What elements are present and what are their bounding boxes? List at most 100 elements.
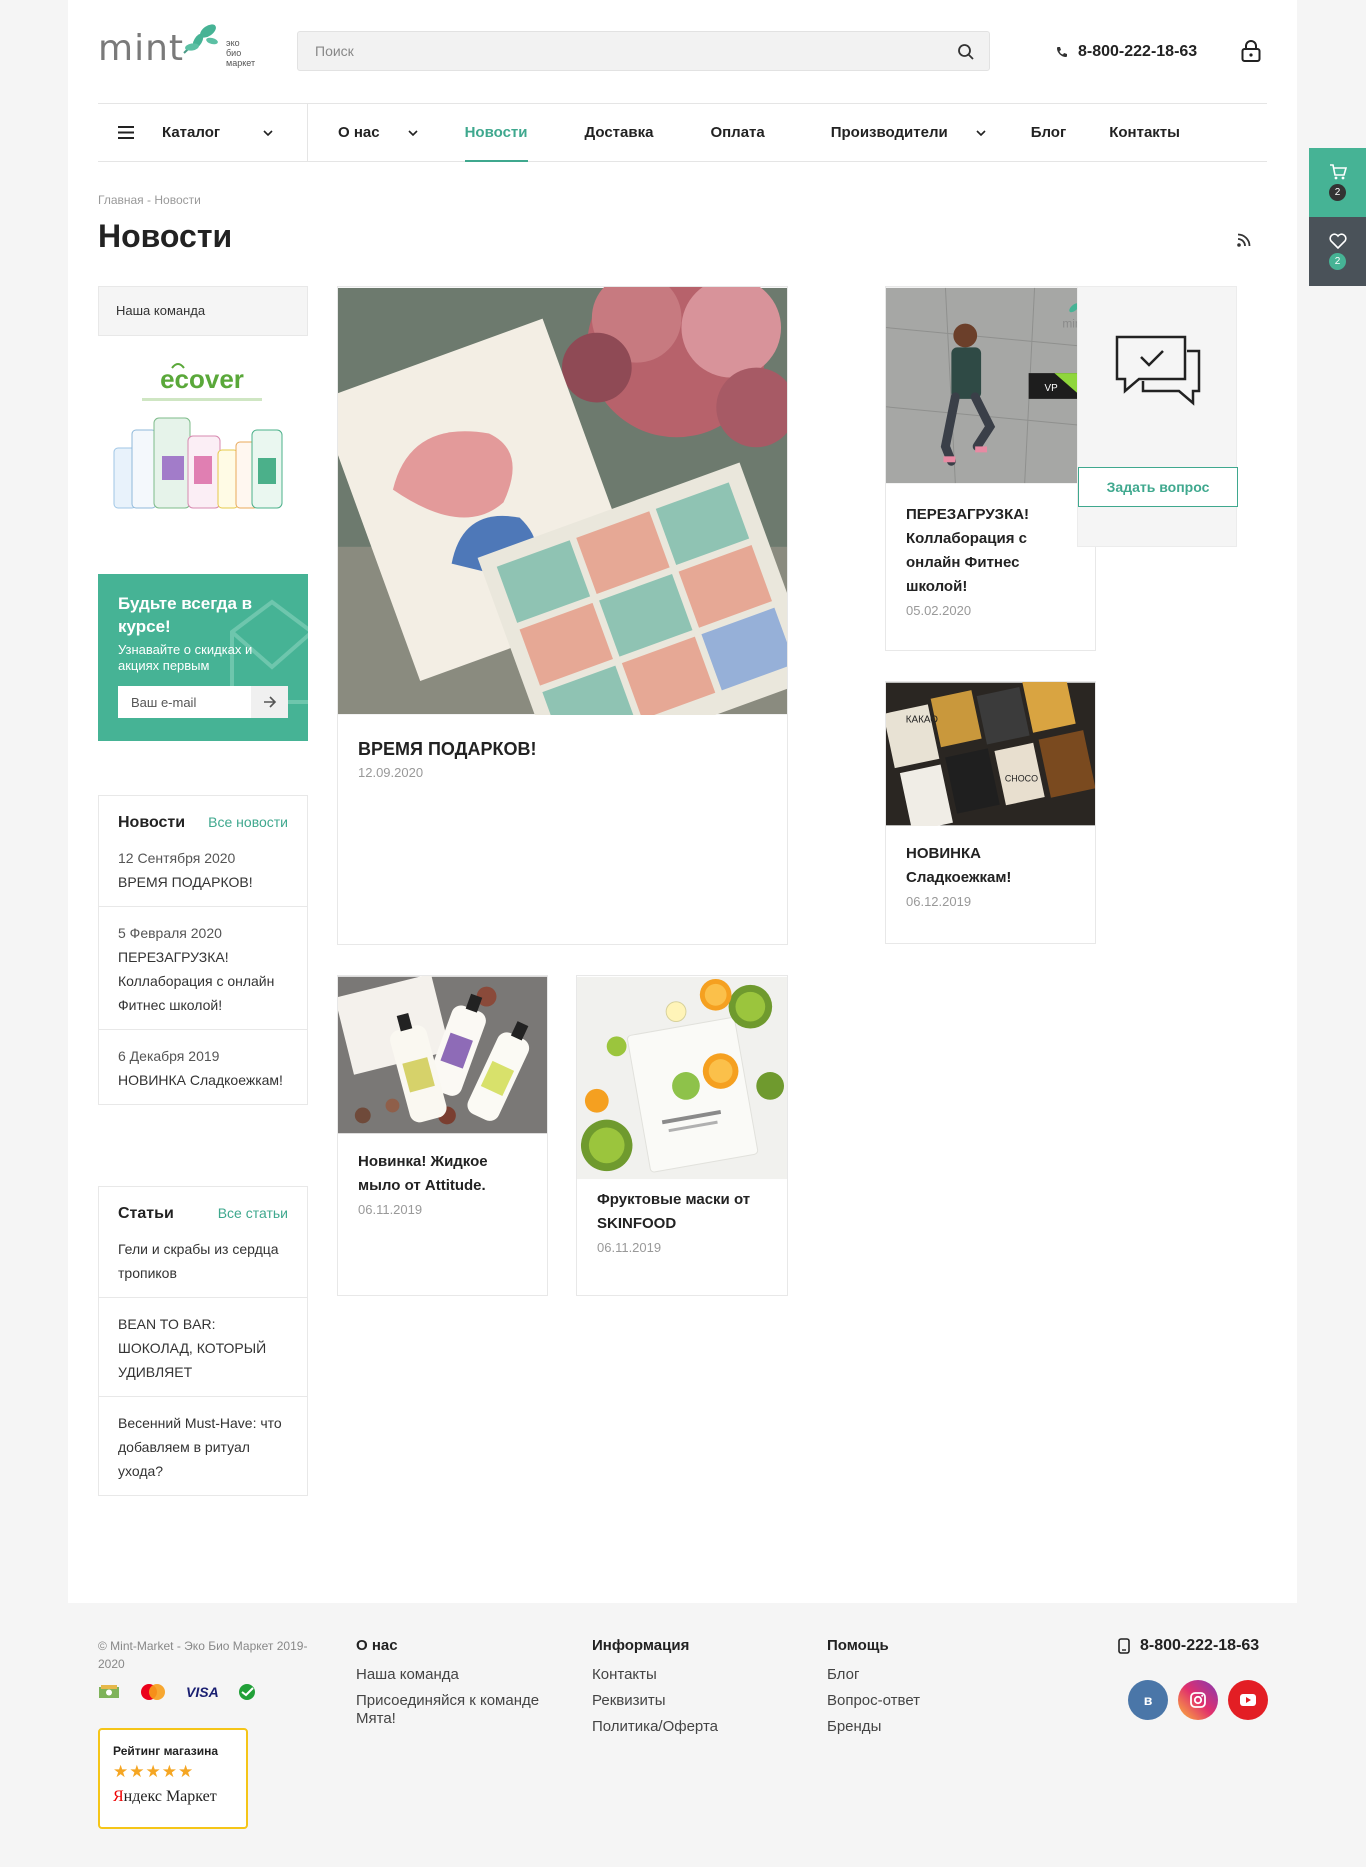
footer-link[interactable]: Наша команда [356,1666,556,1684]
svg-text:CHOCO: CHOCO [1005,774,1038,784]
news-date: 12.09.2020 [358,765,424,780]
cart-count-badge: 2 [1329,184,1346,201]
nav-manufacturers[interactable]: Производители [831,104,986,161]
nav-blog[interactable]: Блог [1031,104,1067,161]
nav-catalog-label: Каталог [162,124,221,141]
chevron-down-icon [408,129,418,136]
news-date: 06.11.2019 [597,1240,662,1255]
news-date: 05.02.2020 [906,603,972,618]
mobile-icon [1118,1638,1130,1654]
footer-link[interactable]: Бренды [827,1718,920,1736]
header-phone[interactable]: 8-800-222-18-63 [1056,43,1197,61]
news-title: НОВИНКА Сладкоежкам! [906,845,1012,886]
list-item[interactable]: Гели и скрабы из сердца тропиков [99,1231,307,1298]
all-articles-link[interactable]: Все статьи [218,1205,288,1221]
footer-col-help: Помощь Блог Вопрос-ответ Бренды [827,1637,921,1736]
breadcrumb: Главная - Новости [98,193,201,207]
instagram-icon[interactable] [1178,1680,1218,1720]
news-date: 06.12.2019 [906,894,972,909]
list-item[interactable]: BEAN TO BAR: ШОКОЛАД, КОТОРЫЙ УДИВЛЯЕТ [99,1298,307,1397]
list-item[interactable]: 6 Декабря 2019 НОВИНКА Сладкоежкам! [99,1030,307,1104]
nav-news[interactable]: Новости [464,104,528,162]
footer: © Mint-Market - Эко Био Маркет 2019- 202… [0,1603,1366,1867]
heart-icon [1328,233,1347,249]
articles-widget: Статьи Все статьи Гели и скрабы из сердц… [98,1186,308,1496]
footer-link[interactable]: Политика/Оферта [592,1718,718,1736]
news-title: ПЕРЕЗАГРУЗКА! Коллаборация с онлайн Фитн… [906,506,1030,595]
phone-icon [1057,47,1067,57]
footer-link[interactable]: Контакты [592,1666,718,1684]
subscribe-title: Будьте всегда в курсе! [118,594,253,636]
menu-icon [118,126,134,139]
payment-methods: VISA [98,1682,257,1702]
yandex-rating-badge[interactable]: Рейтинг магазина ★★★★★ Яндекс Маркет [98,1728,248,1829]
search-input[interactable] [315,43,935,59]
footer-link[interactable]: Вопрос-ответ [827,1692,920,1710]
lock-icon[interactable] [1240,39,1262,63]
subscribe-email-input[interactable]: Ваш e-mail [118,686,288,718]
nav-catalog[interactable]: Каталог [98,104,308,161]
yandex-market-logo: Яндекс Маркет [113,1788,217,1805]
leaf-icon [183,23,218,54]
phone-number: 8-800-222-18-63 [1078,43,1198,60]
star-rating: ★★★★★ [113,1762,195,1781]
news-title: ВРЕМЯ ПОДАРКОВ! [358,739,537,759]
chevron-down-icon [976,129,986,136]
arrow-right-icon [263,696,276,708]
news-card[interactable]: КАКАО CHOCO НОВИНКА Сладкоежкам! 06.12.2… [885,681,1096,944]
news-card[interactable]: Фруктовые маски от SKINFOOD 06.11.2019 [576,975,788,1296]
news-image [338,976,547,1134]
mastercard-icon [141,1684,165,1700]
news-image [338,287,787,715]
news-card[interactable]: Новинка! Жидкое мыло от Attitude. 06.11.… [337,975,548,1296]
copyright: © Mint-Market - Эко Био Маркет 2019- 202… [98,1639,308,1671]
rss-icon[interactable] [1236,232,1252,248]
cart-tab[interactable]: 2 [1309,148,1366,217]
logo[interactable]: mint эко био маркет [98,23,255,69]
subscribe-submit-button[interactable] [251,686,288,718]
visa-icon: VISA [186,1684,219,1700]
nav-about[interactable]: О нас [338,104,418,161]
list-item[interactable]: 12 Сентября 2020 ВРЕМЯ ПОДАРКОВ! [99,840,307,907]
list-item[interactable]: Весенний Must-Have: что добавляем в риту… [99,1397,307,1495]
nav-contacts-label: Контакты [1109,124,1180,141]
nav-delivery[interactable]: Доставка [585,104,654,161]
svg-text:ecover: ecover [160,364,244,394]
nav-delivery-label: Доставка [584,124,654,141]
nav-manufacturers-label: Производители [830,124,948,141]
nav-about-label: О нас [338,124,380,141]
logo-text: mint [98,28,185,69]
search-bar[interactable] [297,31,990,71]
wishlist-tab[interactable]: 2 [1309,217,1366,286]
list-item[interactable]: 5 Февраля 2020 ПЕРЕЗАГРУЗКА! Коллабораци… [99,907,307,1030]
news-date: 06.11.2019 [358,1202,423,1217]
cash-icon [99,1685,119,1698]
news-card[interactable]: VP mint ПЕРЕЗАГРУЗКА! Коллаборация с онл… [885,286,1096,651]
chevron-down-icon [263,129,273,136]
ask-question-button[interactable]: Задать вопрос [1078,467,1238,507]
nav-contacts[interactable]: Контакты [1109,104,1180,161]
footer-link[interactable]: Реквизиты [592,1692,718,1710]
ecover-banner[interactable]: ecover [102,360,302,518]
all-news-link[interactable]: Все новости [208,814,288,830]
wishlist-count-badge: 2 [1329,253,1346,270]
svg-text:VP: VP [1044,383,1058,394]
nav-news-label: Новости [464,124,528,141]
sberbank-icon [238,1684,255,1700]
youtube-icon[interactable] [1228,1680,1268,1720]
breadcrumb-home[interactable]: Главная [98,193,144,207]
footer-link[interactable]: Блог [827,1666,920,1684]
footer-phone[interactable]: 8-800-222-18-63 [1118,1637,1259,1655]
news-image [577,976,787,1180]
footer-col-info: Информация Контакты Реквизиты Политика/О… [592,1637,718,1736]
sidebar-item-team[interactable]: Наша команда [98,286,308,336]
nav-blog-label: Блог [1030,124,1067,141]
nav-payment[interactable]: Оплата [710,104,764,161]
news-card[interactable]: ВРЕМЯ ПОДАРКОВ! 12.09.2020 [337,286,788,945]
vk-icon[interactable]: в [1128,1680,1168,1720]
ask-question-widget: Задать вопрос [1077,286,1238,547]
news-image: VP mint [886,287,1095,484]
search-icon[interactable] [957,43,975,61]
footer-link[interactable]: Присоединяйся к команде Мята! [356,1692,556,1728]
subscribe-text: Узнавайте о скидках и акциях первым [118,642,253,673]
